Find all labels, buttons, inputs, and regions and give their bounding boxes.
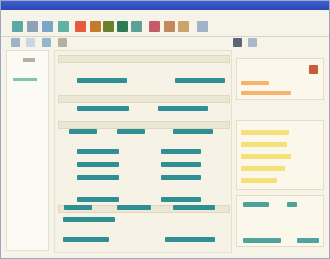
field-value[interactable] bbox=[173, 205, 215, 210]
section-header bbox=[58, 55, 230, 63]
field-value[interactable] bbox=[165, 237, 215, 242]
summary-value[interactable] bbox=[297, 238, 319, 243]
title-bar bbox=[1, 1, 329, 10]
field-value[interactable] bbox=[161, 197, 201, 202]
cut-icon[interactable] bbox=[58, 21, 69, 32]
undo-icon[interactable] bbox=[103, 21, 114, 32]
field-value[interactable] bbox=[77, 175, 119, 180]
field-value[interactable] bbox=[117, 205, 151, 210]
tools-icon[interactable] bbox=[197, 21, 208, 32]
notes-box bbox=[236, 120, 324, 190]
field-value[interactable] bbox=[161, 149, 201, 154]
details-box bbox=[236, 58, 324, 100]
field-value[interactable] bbox=[69, 129, 97, 134]
status-highlight bbox=[241, 91, 291, 95]
status-highlight bbox=[241, 81, 269, 85]
main-toolbar bbox=[2, 18, 328, 36]
summary-value[interactable] bbox=[243, 238, 281, 243]
left-navigation-pane bbox=[6, 50, 49, 251]
summary-box bbox=[236, 195, 324, 247]
arrow-icon[interactable] bbox=[11, 38, 20, 47]
zoom-icon[interactable] bbox=[58, 38, 67, 47]
settings-icon[interactable] bbox=[164, 21, 175, 32]
field-value[interactable] bbox=[117, 129, 145, 134]
right-panel bbox=[236, 50, 324, 253]
pane-tab[interactable] bbox=[23, 58, 35, 62]
redo-icon[interactable] bbox=[117, 21, 128, 32]
list-icon[interactable] bbox=[26, 38, 35, 47]
field-value[interactable] bbox=[63, 217, 115, 222]
grid-icon[interactable] bbox=[42, 38, 51, 47]
field-value[interactable] bbox=[77, 197, 119, 202]
print-icon[interactable] bbox=[131, 21, 142, 32]
highlight-line bbox=[241, 154, 291, 159]
field-value[interactable] bbox=[161, 175, 201, 180]
warning-icon[interactable] bbox=[309, 65, 318, 74]
field-value[interactable] bbox=[63, 237, 109, 242]
paste-icon[interactable] bbox=[90, 21, 101, 32]
secondary-toolbar bbox=[2, 37, 328, 49]
section-divider bbox=[58, 95, 230, 103]
help-icon[interactable] bbox=[178, 21, 189, 32]
field-value[interactable] bbox=[175, 78, 225, 83]
field-value[interactable] bbox=[77, 106, 129, 111]
open-folder-icon[interactable] bbox=[27, 21, 38, 32]
summary-value[interactable] bbox=[243, 202, 269, 207]
mode-icon[interactable] bbox=[233, 38, 242, 47]
save-icon[interactable] bbox=[42, 21, 53, 32]
summary-value[interactable] bbox=[287, 202, 297, 207]
highlight-line bbox=[241, 166, 285, 171]
find-icon[interactable] bbox=[149, 21, 160, 32]
field-value[interactable] bbox=[158, 106, 208, 111]
field-value[interactable] bbox=[77, 78, 127, 83]
field-value[interactable] bbox=[77, 162, 119, 167]
highlight-line bbox=[241, 178, 277, 183]
field-value[interactable] bbox=[64, 205, 92, 210]
highlight-line bbox=[241, 130, 289, 135]
nav-item-selected[interactable] bbox=[13, 78, 37, 81]
field-value[interactable] bbox=[77, 149, 119, 154]
section-divider bbox=[58, 121, 230, 129]
new-file-icon[interactable] bbox=[12, 21, 23, 32]
copy-icon[interactable] bbox=[75, 21, 86, 32]
highlight-line bbox=[241, 142, 287, 147]
app-window bbox=[0, 0, 330, 259]
field-value[interactable] bbox=[161, 162, 201, 167]
field-value[interactable] bbox=[173, 129, 213, 134]
main-form bbox=[54, 50, 232, 253]
view-icon[interactable] bbox=[248, 38, 257, 47]
